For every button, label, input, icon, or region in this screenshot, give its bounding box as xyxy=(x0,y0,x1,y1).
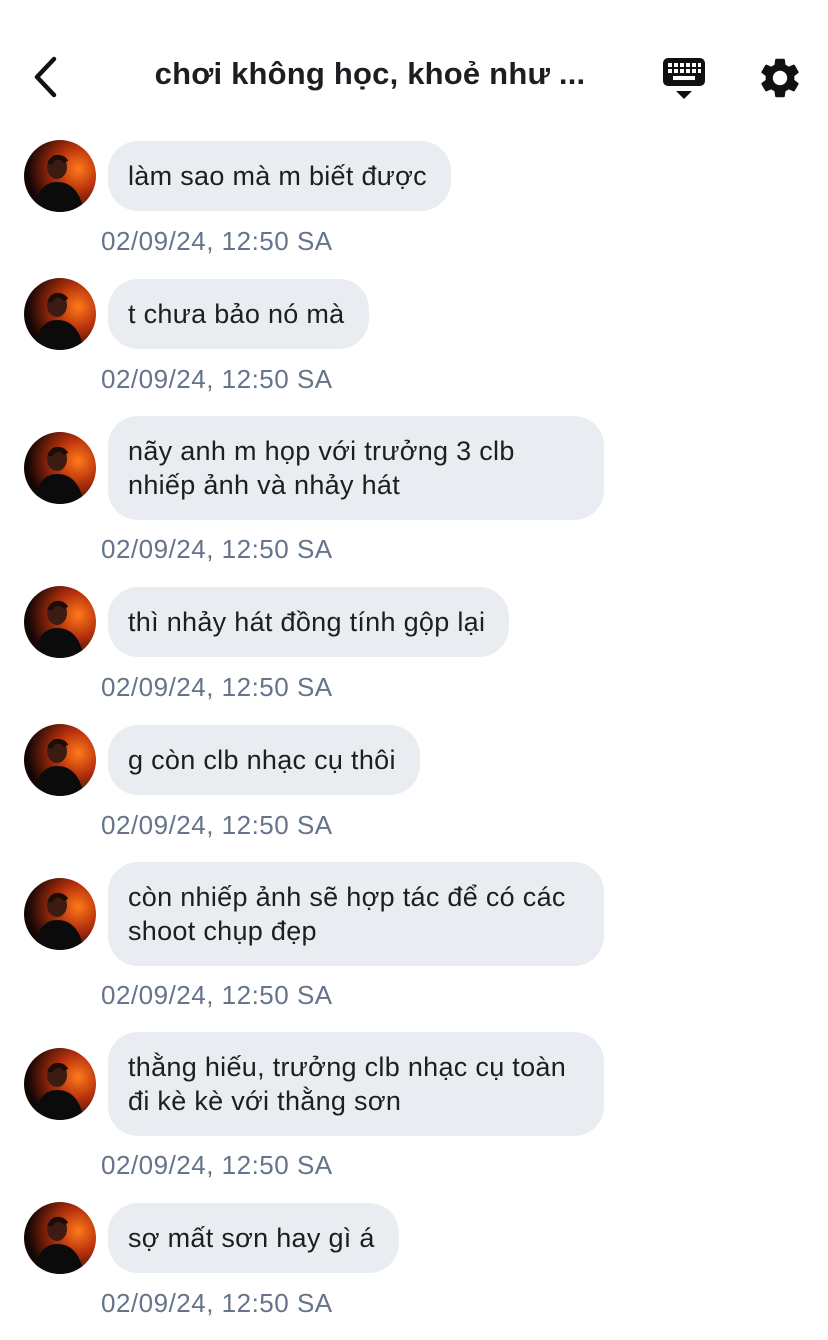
chat-title: chơi không học, khoẻ như ... xyxy=(154,56,586,91)
avatar[interactable] xyxy=(24,432,96,504)
message-list[interactable]: làm sao mà m biết được 02/09/24, 12:50 S… xyxy=(0,140,828,1340)
message-row: sợ mất sơn hay gì á xyxy=(0,1202,828,1274)
keyboard-button[interactable] xyxy=(660,56,708,102)
message-row: thằng hiếu, trưởng clb nhạc cụ toàn đi k… xyxy=(0,1032,828,1136)
gear-icon xyxy=(761,58,799,98)
back-button[interactable] xyxy=(24,52,68,102)
avatar-image xyxy=(24,586,96,658)
message-timestamp: 02/09/24, 12:50 SA xyxy=(101,534,333,564)
message-timestamp: 02/09/24, 12:50 SA xyxy=(101,1288,333,1318)
message-group: sợ mất sơn hay gì á 02/09/24, 12:50 SA xyxy=(0,1202,828,1320)
message-row: t chưa bảo nó mà xyxy=(0,278,828,350)
avatar[interactable] xyxy=(24,278,96,350)
message-bubble[interactable]: t chưa bảo nó mà xyxy=(108,279,369,349)
message-group: còn nhiếp ảnh sẽ hợp tác để có các shoot… xyxy=(0,862,828,1012)
avatar-image xyxy=(24,1048,96,1120)
message-row: g còn clb nhạc cụ thôi xyxy=(0,724,828,796)
avatar[interactable] xyxy=(24,586,96,658)
avatar[interactable] xyxy=(24,140,96,212)
avatar-image xyxy=(24,1202,96,1274)
message-row: làm sao mà m biết được xyxy=(0,140,828,212)
message-group: thì nhảy hát đồng tính gộp lại 02/09/24,… xyxy=(0,586,828,704)
message-group: làm sao mà m biết được 02/09/24, 12:50 S… xyxy=(0,140,828,258)
message-timestamp: 02/09/24, 12:50 SA xyxy=(101,1150,333,1180)
message-row: thì nhảy hát đồng tính gộp lại xyxy=(0,586,828,658)
chat-header: chơi không học, khoẻ như ... xyxy=(0,0,828,140)
avatar[interactable] xyxy=(24,878,96,950)
avatar[interactable] xyxy=(24,724,96,796)
message-timestamp: 02/09/24, 12:50 SA xyxy=(101,810,333,840)
message-bubble[interactable]: thì nhảy hát đồng tính gộp lại xyxy=(108,587,510,657)
message-timestamp: 02/09/24, 12:50 SA xyxy=(101,226,333,256)
avatar-image xyxy=(24,878,96,950)
message-timestamp: 02/09/24, 12:50 SA xyxy=(101,672,333,702)
avatar[interactable] xyxy=(24,1048,96,1120)
message-timestamp: 02/09/24, 12:50 SA xyxy=(101,980,333,1010)
message-bubble[interactable]: làm sao mà m biết được xyxy=(108,141,451,211)
message-timestamp: 02/09/24, 12:50 SA xyxy=(101,364,333,394)
settings-button[interactable] xyxy=(756,54,804,102)
message-group: thằng hiếu, trưởng clb nhạc cụ toàn đi k… xyxy=(0,1032,828,1182)
message-row: còn nhiếp ảnh sẽ hợp tác để có các shoot… xyxy=(0,862,828,966)
avatar-image xyxy=(24,432,96,504)
message-group: t chưa bảo nó mà 02/09/24, 12:50 SA xyxy=(0,278,828,396)
chevron-left-icon xyxy=(34,56,57,98)
message-group: nãy anh m họp với trưởng 3 clb nhiếp ảnh… xyxy=(0,416,828,566)
message-bubble[interactable]: nãy anh m họp với trưởng 3 clb nhiếp ảnh… xyxy=(108,416,604,520)
message-bubble[interactable]: còn nhiếp ảnh sẽ hợp tác để có các shoot… xyxy=(108,862,604,966)
message-row: nãy anh m họp với trưởng 3 clb nhiếp ảnh… xyxy=(0,416,828,520)
message-group: g còn clb nhạc cụ thôi 02/09/24, 12:50 S… xyxy=(0,724,828,842)
avatar[interactable] xyxy=(24,1202,96,1274)
avatar-image xyxy=(24,724,96,796)
message-bubble[interactable]: sợ mất sơn hay gì á xyxy=(108,1203,399,1273)
keyboard-icon xyxy=(663,58,705,99)
avatar-image xyxy=(24,278,96,350)
message-bubble[interactable]: thằng hiếu, trưởng clb nhạc cụ toàn đi k… xyxy=(108,1032,604,1136)
avatar-image xyxy=(24,140,96,212)
message-bubble[interactable]: g còn clb nhạc cụ thôi xyxy=(108,725,420,795)
